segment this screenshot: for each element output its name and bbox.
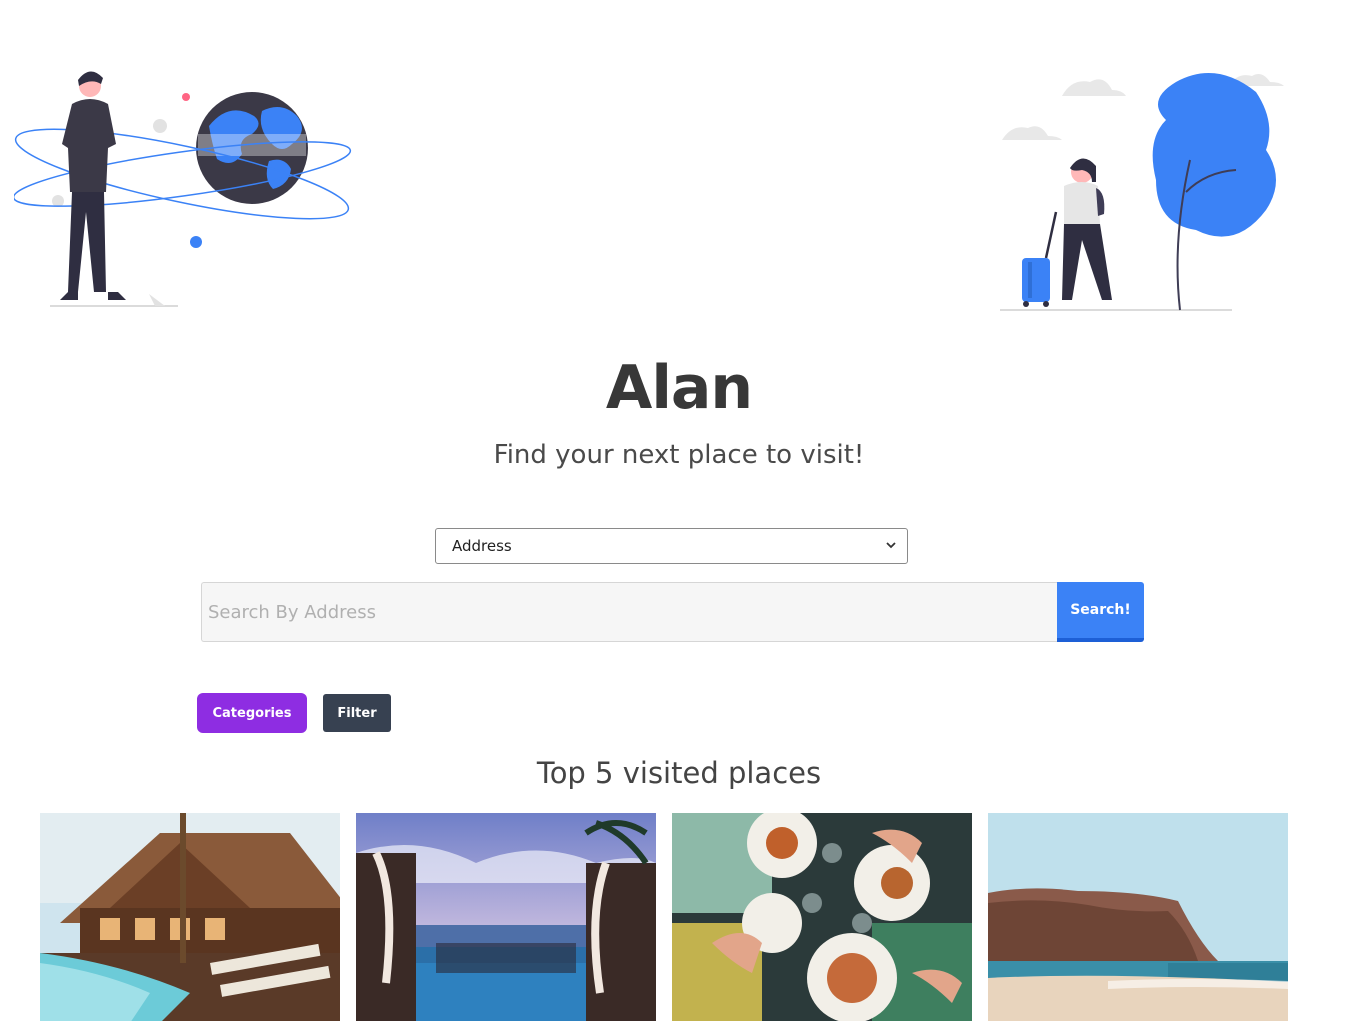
brand-logo-text: Alan [605,353,753,423]
infinity-pool-cabanas-photo [356,813,656,1021]
place-card[interactable] [356,813,656,1021]
filter-button[interactable]: Filter [323,694,391,732]
search-type-select[interactable]: Address [435,528,908,564]
resort-pool-lodge-photo [40,813,340,1021]
search-input[interactable] [201,582,1057,642]
place-card[interactable] [40,813,340,1021]
beach-cliff-photo [988,813,1288,1021]
traveler-globe-illustration [12,66,359,314]
chevron-down-icon [886,542,896,549]
search-button[interactable]: Search! [1057,582,1144,642]
page: Alan Find your next place to visit! Addr… [0,0,1358,1021]
place-card[interactable] [672,813,972,1021]
place-card[interactable] [988,813,1288,1021]
top-places-title: Top 5 visited places [536,756,822,790]
hero-tagline: Find your next place to visit! [493,440,865,470]
traveler-suitcase-illustration [996,62,1302,314]
categories-button[interactable]: Categories [197,693,307,733]
food-table-overhead-photo [672,813,972,1021]
search-type-value: Address [452,537,512,555]
